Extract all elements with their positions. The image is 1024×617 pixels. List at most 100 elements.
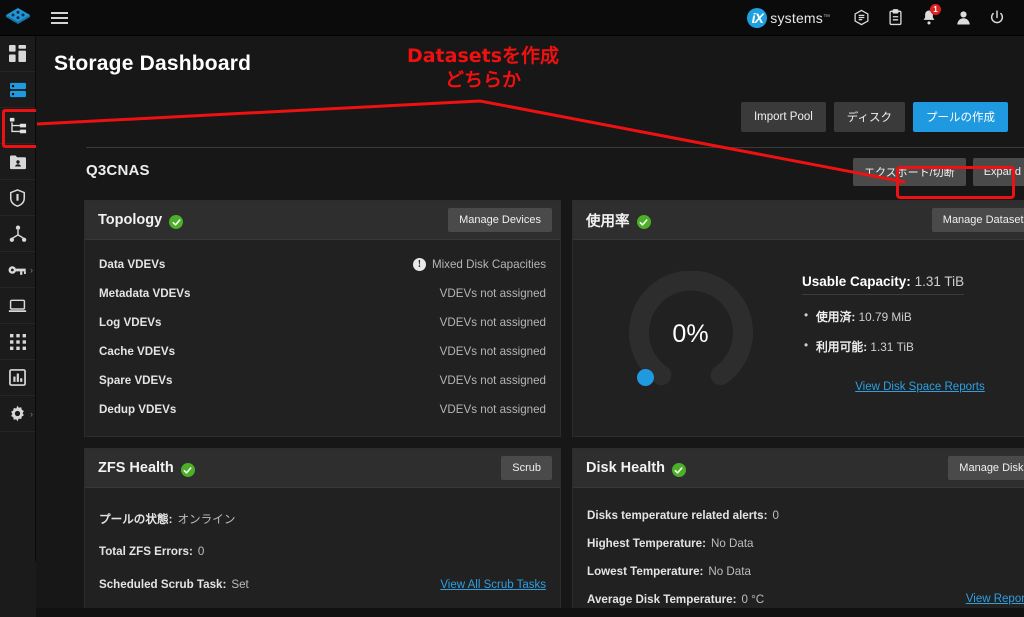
pool-header-row: Q3CNAS エクスポート/切断 Expand: [86, 158, 1024, 196]
row-key: プールの状態:: [99, 512, 173, 526]
disk-health-card-header: Disk Health Manage Disks: [573, 449, 1024, 488]
row-value: ! Mixed Disk Capacities: [412, 258, 546, 271]
sidebar-item-network[interactable]: [0, 216, 35, 252]
usage-card: 使用率 Manage Datasets 0% Usable Capacity: …: [572, 200, 1024, 437]
manage-datasets-button[interactable]: Manage Datasets: [931, 208, 1024, 232]
disk-health-card: Disk Health Manage Disks Disks temperatu…: [572, 448, 1024, 617]
capacity-used: 使用済: 10.79 MiB: [802, 308, 1024, 325]
export-disconnect-button[interactable]: エクスポート/切断: [852, 158, 966, 186]
page-header-actions: Import Pool ディスク プールの作成: [740, 102, 1008, 132]
hamburger-menu-icon[interactable]: [36, 0, 82, 36]
chevron-right-icon: ›: [30, 264, 33, 275]
create-pool-button[interactable]: プールの作成: [913, 102, 1008, 132]
row-value: VDEVs not assigned: [439, 374, 546, 387]
sidebar-item-data-protection[interactable]: [0, 180, 35, 216]
expand-button[interactable]: Expand: [972, 158, 1024, 186]
healthy-check-icon: [180, 463, 195, 477]
row-value: 0: [197, 545, 205, 558]
account-icon[interactable]: [946, 0, 980, 36]
manage-devices-button[interactable]: Manage Devices: [448, 208, 552, 232]
row-value: Set: [231, 578, 249, 591]
usage-gauge: 0%: [628, 270, 754, 397]
truenas-storage-dashboard: iX systems ™ 1 › › Storage Dashboard Imp…: [0, 0, 1024, 617]
manage-disks-button[interactable]: Manage Disks: [948, 456, 1024, 480]
warning-icon: !: [412, 258, 426, 271]
truecommand-icon[interactable]: [844, 0, 878, 36]
capacity-used-value: 10.79 MiB: [858, 310, 912, 324]
zfs-health-title: ZFS Health: [98, 460, 174, 476]
usable-capacity-value: 1.31 TiB: [914, 274, 965, 289]
healthy-check-icon: [169, 215, 184, 229]
row-value-text: Mixed Disk Capacities: [431, 258, 546, 271]
disk-health-card-body: Disks temperature related alerts: 0 High…: [573, 488, 1024, 617]
page-header: Storage Dashboard: [36, 36, 1024, 94]
scrub-button[interactable]: Scrub: [501, 456, 552, 480]
disk-health-row: Highest Temperature: No Data: [587, 529, 1024, 557]
view-reports-link[interactable]: View Reports: [966, 593, 1024, 605]
usage-title: 使用率: [586, 213, 630, 230]
page-title: Storage Dashboard: [54, 52, 252, 75]
topology-card-body: Data VDEVs ! Mixed Disk Capacities Metad…: [85, 240, 560, 436]
row-key: Cache VDEVs: [99, 345, 176, 358]
zfs-health-card: ZFS Health Scrub プールの状態: オンライン Total ZFS…: [84, 448, 561, 617]
power-icon[interactable]: [980, 0, 1014, 36]
row-value: No Data: [708, 564, 751, 578]
row-key: Lowest Temperature:: [587, 564, 704, 578]
sidebar-filler: [0, 561, 36, 617]
truenas-logo-icon[interactable]: [0, 0, 36, 36]
row-value: VDEVs not assigned: [439, 345, 546, 358]
sidebar-item-system-settings[interactable]: ›: [0, 396, 35, 432]
main-content: Storage Dashboard Import Pool ディスク プールの作…: [36, 36, 1024, 617]
sidebar-item-reporting[interactable]: [0, 360, 35, 396]
chevron-right-icon: ›: [30, 408, 33, 419]
topology-row: Log VDEVs VDEVs not assigned: [99, 308, 546, 337]
sidebar-item-dashboard[interactable]: [0, 36, 35, 72]
top-navigation-bar: iX systems ™ 1: [0, 0, 1024, 36]
topology-row: Dedup VDEVs VDEVs not assigned: [99, 395, 546, 424]
usage-card-body: 0% Usable Capacity: 1.31 TiB 使用済: 10.79 …: [573, 240, 1024, 428]
header-divider: [86, 147, 1024, 148]
capacity-used-label: 使用済:: [816, 310, 856, 324]
ix-brand-text: systems: [770, 9, 823, 26]
row-key: Average Disk Temperature:: [587, 592, 737, 606]
sidebar-item-datasets[interactable]: [0, 108, 39, 148]
capacity-available: 利用可能: 1.31 TiB: [802, 338, 1024, 355]
row-value: VDEVs not assigned: [439, 287, 546, 300]
dashboard-card-grid: Topology Manage Devices Data VDEVs ! Mix…: [84, 200, 1024, 617]
topbar-actions: iX systems ™ 1: [747, 0, 1024, 36]
zfs-health-card-body: プールの状態: オンライン Total ZFS Errors: 0 Schedu…: [85, 488, 560, 617]
pool-actions: エクスポート/切断 Expand: [852, 158, 1024, 186]
topology-card: Topology Manage Devices Data VDEVs ! Mix…: [84, 200, 561, 437]
disks-button[interactable]: ディスク: [833, 102, 905, 132]
topology-title: Topology: [98, 212, 163, 228]
usable-capacity-label: Usable Capacity:: [802, 274, 911, 289]
ixsystems-logo: iX systems ™: [747, 7, 830, 28]
import-pool-button[interactable]: Import Pool: [740, 102, 826, 132]
row-key: Metadata VDEVs: [99, 287, 191, 300]
page-footer: [36, 608, 1024, 617]
row-value: No Data: [710, 536, 754, 550]
view-all-scrub-tasks-link[interactable]: View All Scrub Tasks: [440, 579, 546, 591]
healthy-check-icon: [671, 463, 686, 477]
row-key: Log VDEVs: [99, 316, 162, 329]
sidebar-item-storage[interactable]: [0, 72, 35, 108]
row-key: Highest Temperature:: [587, 536, 706, 550]
ix-mark: iX: [747, 7, 768, 28]
sidebar-item-shares[interactable]: [0, 144, 35, 180]
sidebar-item-credentials[interactable]: ›: [0, 252, 35, 288]
row-value: VDEVs not assigned: [439, 316, 546, 329]
left-sidebar: › ›: [0, 36, 39, 617]
view-disk-space-reports-link[interactable]: View Disk Space Reports: [855, 381, 985, 393]
jobs-clipboard-icon[interactable]: [878, 0, 912, 36]
disk-health-title: Disk Health: [586, 460, 665, 476]
topology-row: Cache VDEVs VDEVs not assigned: [99, 337, 546, 366]
capacity-available-value: 1.31 TiB: [870, 340, 914, 354]
disk-space-reports-link-wrap: View Disk Space Reports: [802, 377, 1024, 395]
alerts-bell-icon[interactable]: 1: [912, 0, 946, 36]
sidebar-item-apps[interactable]: [0, 324, 35, 360]
row-key: Total ZFS Errors:: [99, 545, 193, 558]
row-value: 0 °C: [741, 592, 765, 606]
topology-row: Spare VDEVs VDEVs not assigned: [99, 366, 546, 395]
row-key: Scheduled Scrub Task:: [99, 578, 227, 591]
sidebar-item-virtualization[interactable]: [0, 288, 35, 324]
